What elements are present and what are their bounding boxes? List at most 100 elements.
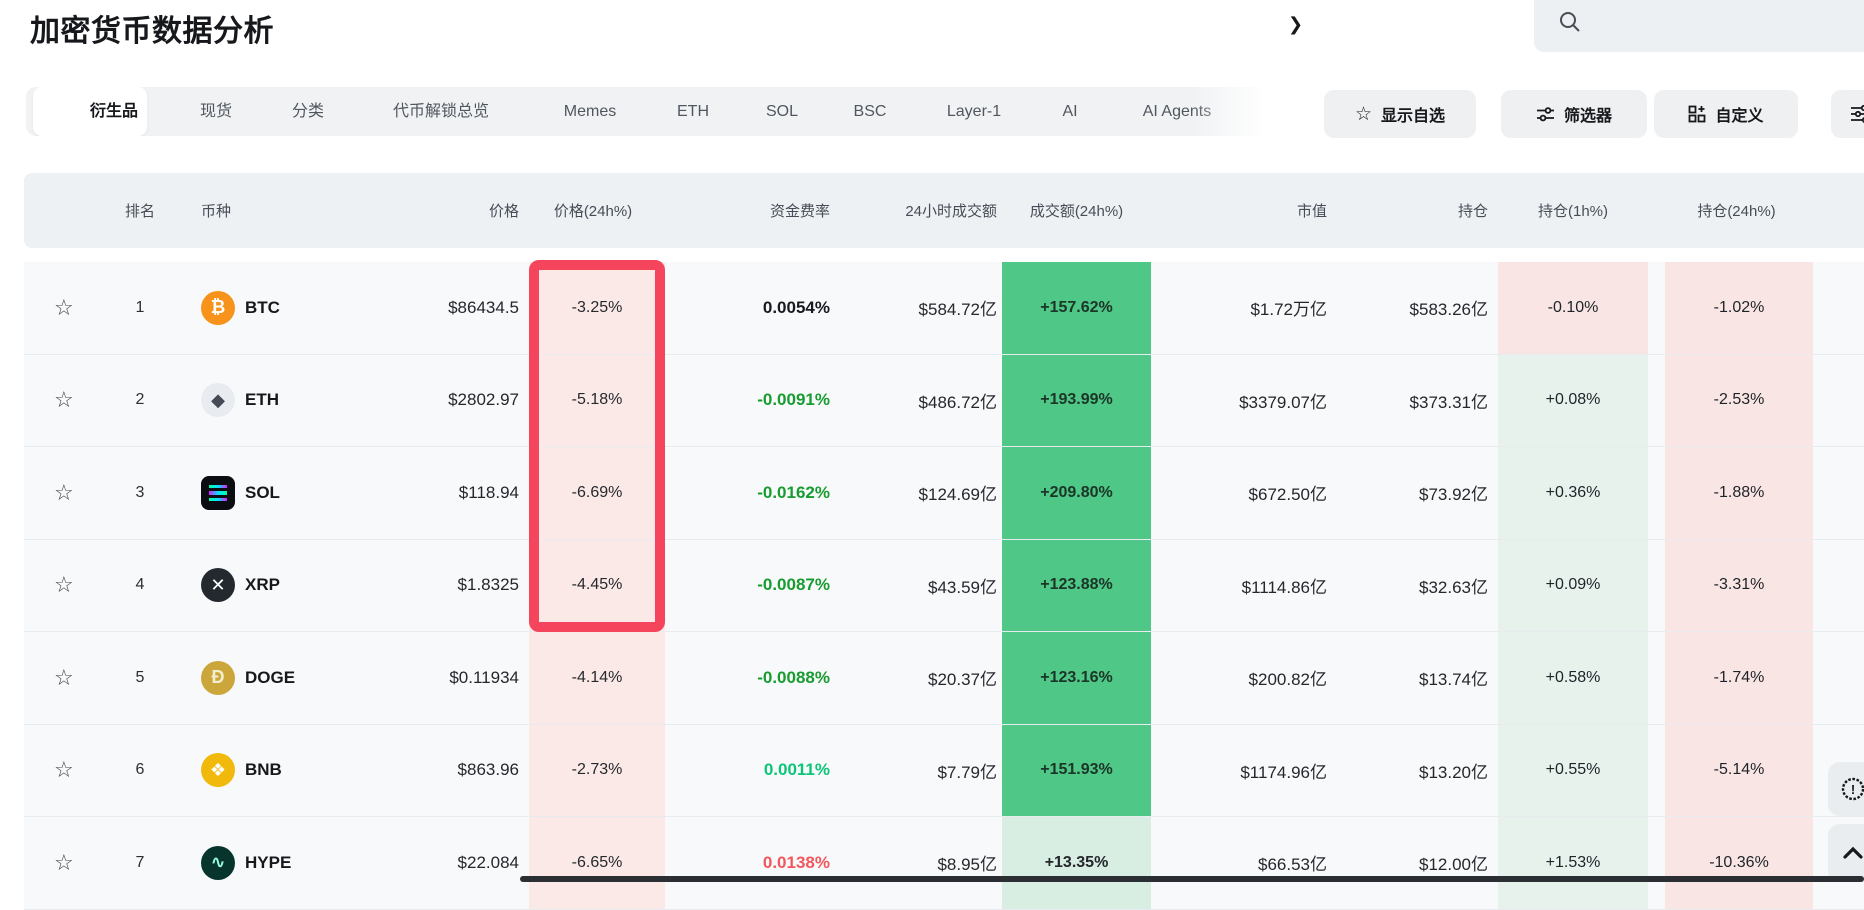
chevron-up-icon — [1840, 840, 1864, 866]
volume-change-24h-cell: +151.93% — [1002, 725, 1151, 817]
grid-customize-icon — [1688, 105, 1706, 123]
tab-Memes[interactable]: Memes — [564, 87, 616, 136]
announcement-button[interactable]: ! — [1828, 762, 1864, 816]
volume-24h-value: $584.72亿 — [834, 262, 999, 354]
oi-change-24h-cell: -3.31% — [1665, 540, 1813, 632]
tab-代币解锁总览[interactable]: 代币解锁总览 — [393, 87, 489, 136]
coin-symbol: SOL — [245, 483, 280, 503]
back-to-top-button[interactable] — [1828, 824, 1864, 882]
favorite-star-icon[interactable]: ☆ — [54, 480, 74, 506]
coin-cell[interactable]: ₿ BTC — [176, 262, 420, 354]
header-oi-24h[interactable]: 持仓(24h%) — [1654, 173, 1819, 248]
favorite-star-icon[interactable]: ☆ — [54, 295, 74, 321]
rank-value: 1 — [104, 262, 176, 354]
open-interest-value: $583.26亿 — [1331, 262, 1492, 354]
coin-icon: ✕ — [201, 568, 235, 602]
coin-symbol: ETH — [245, 390, 279, 410]
tab-现货[interactable]: 现货 — [200, 87, 232, 136]
rank-value: 7 — [104, 817, 176, 909]
coin-cell[interactable]: ❖ BNB — [176, 725, 420, 817]
oi-change-24h-cell: -1.88% — [1665, 447, 1813, 539]
table-body: ☆ 1 ₿ BTC $86434.5 -3.25% 0.0054% $584.7… — [24, 262, 1864, 910]
price-change-24h-cell: -4.45% — [529, 540, 665, 632]
favorite-star-icon[interactable]: ☆ — [54, 665, 74, 691]
table-row[interactable]: ☆ 3 SOL $118.94 -6.69% -0.0162% $124.69亿… — [24, 447, 1864, 540]
rank-value: 5 — [104, 632, 176, 724]
coin-symbol: DOGE — [245, 668, 295, 688]
table-row[interactable]: ☆ 6 ❖ BNB $863.96 -2.73% 0.0011% $7.79亿 … — [24, 725, 1864, 818]
table-row[interactable]: ☆ 1 ₿ BTC $86434.5 -3.25% 0.0054% $584.7… — [24, 262, 1864, 355]
tab-AI[interactable]: AI — [1062, 87, 1077, 136]
favorite-star-icon[interactable]: ☆ — [54, 387, 74, 413]
tabs-more-chevron-icon[interactable]: ❯ — [1288, 0, 1303, 49]
header-market-cap[interactable]: 市值 — [1154, 173, 1331, 248]
alert-badge-icon: ! — [1840, 776, 1864, 802]
show-favorites-label: 显示自选 — [1381, 102, 1445, 126]
oi-change-24h-cell: -1.74% — [1665, 632, 1813, 724]
header-price[interactable]: 价格 — [420, 173, 519, 248]
market-cap-value: $66.53亿 — [1154, 817, 1331, 909]
coin-cell[interactable]: ◆ ETH — [176, 355, 420, 447]
tab-分类[interactable]: 分类 — [292, 87, 324, 136]
sliders-icon — [1536, 105, 1555, 124]
favorite-cell: ☆ — [24, 262, 104, 354]
price-value: $118.94 — [420, 447, 519, 539]
header-open-interest[interactable]: 持仓 — [1331, 173, 1492, 248]
price-value: $863.96 — [420, 725, 519, 817]
funding-rate-value: 0.0054% — [667, 262, 834, 354]
favorite-star-icon[interactable]: ☆ — [54, 850, 74, 876]
coin-cell[interactable]: Ð DOGE — [176, 632, 420, 724]
favorite-cell: ☆ — [24, 447, 104, 539]
header-rank[interactable]: 排名 — [104, 173, 176, 248]
svg-text:!: ! — [1851, 782, 1855, 797]
coin-cell[interactable]: ∿ HYPE — [176, 817, 420, 909]
header-volume-change-24h[interactable]: 成交额(24h%) — [999, 173, 1154, 248]
oi-change-1h-cell: +0.58% — [1498, 632, 1648, 724]
show-favorites-button[interactable]: ☆ 显示自选 — [1324, 90, 1476, 138]
column-settings-button[interactable] — [1831, 90, 1864, 138]
table-row[interactable]: ☆ 4 ✕ XRP $1.8325 -4.45% -0.0087% $43.59… — [24, 540, 1864, 633]
volume-change-24h-cell: +123.88% — [1002, 540, 1151, 632]
favorite-star-icon[interactable]: ☆ — [54, 757, 74, 783]
coin-icon: Ð — [201, 661, 235, 695]
tab-ETH[interactable]: ETH — [677, 87, 709, 136]
coin-icon: ◆ — [201, 383, 235, 417]
tab-SOL[interactable]: SOL — [766, 87, 798, 136]
coin-symbol: BNB — [245, 760, 282, 780]
header-volume-24h[interactable]: 24小时成交额 — [834, 173, 999, 248]
header-price-24h[interactable]: 价格(24h%) — [519, 173, 667, 248]
favorite-star-icon[interactable]: ☆ — [54, 572, 74, 598]
open-interest-value: $373.31亿 — [1331, 355, 1492, 447]
header-coin[interactable]: 币种 — [176, 173, 420, 248]
customize-button[interactable]: 自定义 — [1654, 90, 1798, 138]
coin-symbol: BTC — [245, 298, 280, 318]
tab-BSC[interactable]: BSC — [854, 87, 887, 136]
favorite-cell: ☆ — [24, 725, 104, 817]
tab-衍生品[interactable]: 衍生品 — [90, 87, 138, 136]
open-interest-value: $12.00亿 — [1331, 817, 1492, 909]
table-row[interactable]: ☆ 7 ∿ HYPE $22.084 -6.65% 0.0138% $8.95亿… — [24, 817, 1864, 910]
oi-change-24h-cell: -10.36% — [1665, 817, 1813, 909]
coin-cell[interactable]: SOL — [176, 447, 420, 539]
horizontal-scrollbar[interactable] — [520, 876, 1864, 882]
volume-change-24h-cell: +123.16% — [1002, 632, 1151, 724]
favorite-cell: ☆ — [24, 540, 104, 632]
header-oi-1h[interactable]: 持仓(1h%) — [1492, 173, 1654, 248]
funding-rate-value: -0.0087% — [667, 540, 834, 632]
oi-change-24h-cell: -2.53% — [1665, 355, 1813, 447]
volume-24h-value: $8.95亿 — [834, 817, 999, 909]
volume-24h-value: $124.69亿 — [834, 447, 999, 539]
table-row[interactable]: ☆ 5 Ð DOGE $0.11934 -4.14% -0.0088% $20.… — [24, 632, 1864, 725]
filter-button[interactable]: 筛选器 — [1501, 90, 1647, 138]
customize-label: 自定义 — [1715, 102, 1763, 126]
oi-change-1h-cell: +0.08% — [1498, 355, 1648, 447]
market-cap-value: $1114.86亿 — [1154, 540, 1331, 632]
favorite-cell: ☆ — [24, 632, 104, 724]
table-row[interactable]: ☆ 2 ◆ ETH $2802.97 -5.18% -0.0091% $486.… — [24, 355, 1864, 448]
search-input[interactable] — [1534, 0, 1864, 52]
coin-cell[interactable]: ✕ XRP — [176, 540, 420, 632]
header-funding-rate[interactable]: 资金费率 — [667, 173, 834, 248]
filter-label: 筛选器 — [1564, 102, 1612, 126]
price-change-24h-cell: -6.69% — [529, 447, 665, 539]
tab-Layer-1[interactable]: Layer-1 — [947, 87, 1001, 136]
